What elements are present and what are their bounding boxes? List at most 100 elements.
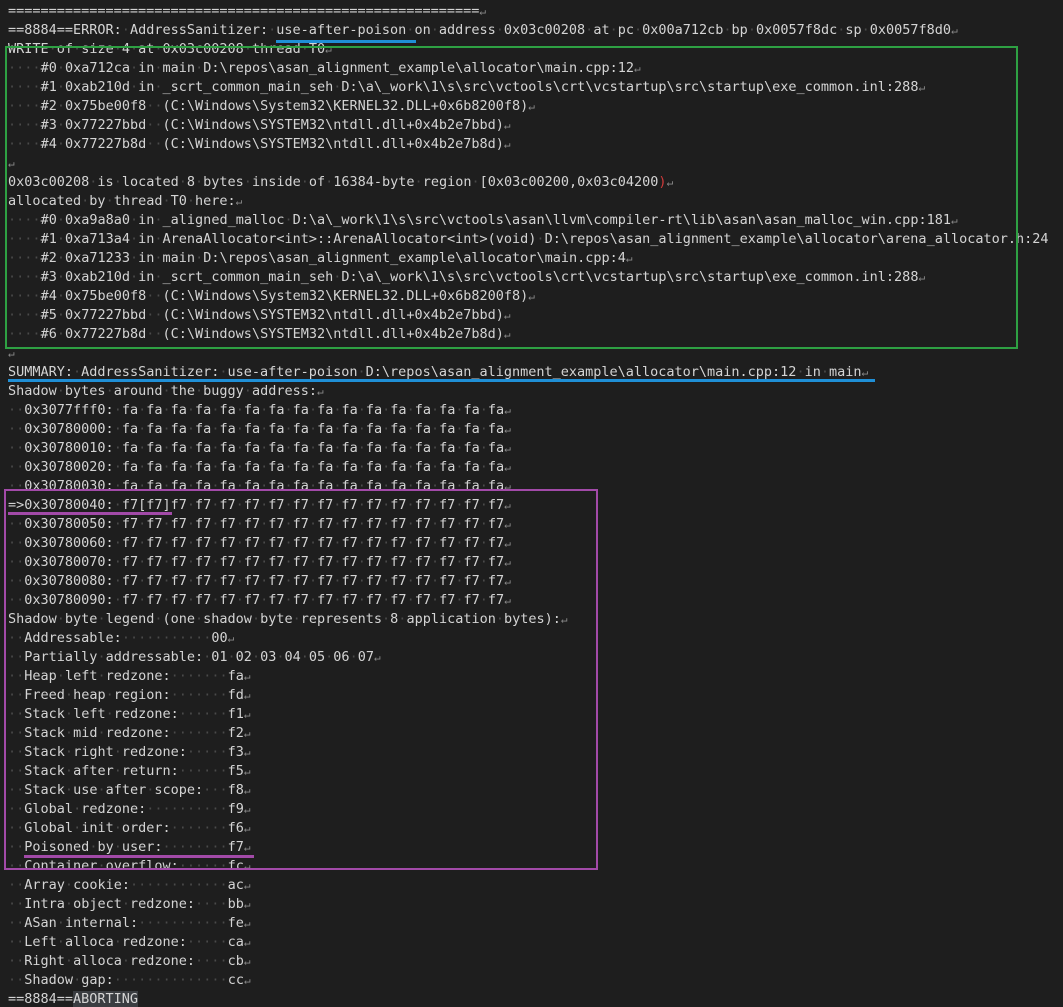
terminal-output: ========================================… <box>8 2 1063 1007</box>
log-line-text: ··0x30780030:·fa·fa·fa·fa·fa·fa·fa·fa·fa… <box>8 478 505 494</box>
line-end-marker: ↵ <box>373 651 381 664</box>
line-end-marker: ↵ <box>918 81 926 94</box>
line-end-marker: ↵ <box>861 366 869 379</box>
line-end-marker: ↵ <box>243 708 251 721</box>
line-end-marker: ↵ <box>235 195 243 208</box>
log-line-text: ··Heap·left·redzone:·······fa <box>8 668 244 684</box>
log-line-text: =>0x30780040:·f7[f7]f7·f7·f7·f7·f7·f7·f7… <box>8 497 505 513</box>
log-line-text: ··Right·alloca·redzone:····cb <box>8 953 244 969</box>
log-line-text: ··Stack·mid·redzone:·······f2 <box>8 725 244 741</box>
log-line-text: WRITE·of·size·4·at·0x03c00208·thread·T0 <box>8 41 326 57</box>
line-end-marker: ↵ <box>243 917 251 930</box>
line-end-marker: ↵ <box>243 727 251 740</box>
log-line: ··Left·alloca·redzone:·····ca↵ <box>8 933 1063 952</box>
log-line-text: ==8884==ABORTING <box>8 991 139 1007</box>
line-end-marker: ↵ <box>8 347 15 360</box>
log-line-text: ····#4·0x75be00f8··(C:\Windows\System32\… <box>8 288 529 304</box>
log-line-text: ··0x30780090:·f7·f7·f7·f7·f7·f7·f7·f7·f7… <box>8 592 505 608</box>
line-end-marker: ↵ <box>243 841 251 854</box>
line-end-marker: ↵ <box>243 879 251 892</box>
log-line: ··0x30780030:·fa·fa·fa·fa·fa·fa·fa·fa·fa… <box>8 477 1063 496</box>
log-line-text: ··Poisoned·by·user:········f7 <box>8 839 244 855</box>
log-line-text: ····#5·0x77227bbd··(C:\Windows\SYSTEM32\… <box>8 307 504 323</box>
log-line: ····#4·0x75be00f8··(C:\Windows\System32\… <box>8 287 1063 306</box>
log-line: ··Partially·addressable:·01·02·03·04·05·… <box>8 648 1063 667</box>
log-line: ··Intra·object·redzone:····bb↵ <box>8 895 1063 914</box>
log-line: ··Global·redzone:··········f9↵ <box>8 800 1063 819</box>
log-line: ··Stack·mid·redzone:·······f2↵ <box>8 724 1063 743</box>
log-line-text: ··0x30780060:·f7·f7·f7·f7·f7·f7·f7·f7·f7… <box>8 535 505 551</box>
line-end-marker: ↵ <box>504 480 511 493</box>
log-line: ··Shadow·gap:··············cc↵ <box>8 971 1063 990</box>
log-line-text: ····#1·0xab210d·in·_scrt_common_main_seh… <box>8 79 919 95</box>
log-line-text: ··0x30780050:·f7·f7·f7·f7·f7·f7·f7·f7·f7… <box>8 516 505 532</box>
line-end-marker: ↵ <box>243 670 251 683</box>
line-end-marker: ↵ <box>325 43 332 56</box>
log-line: ····#3·0xab210d·in·_scrt_common_main_seh… <box>8 268 1063 287</box>
line-end-marker: ↵ <box>243 784 251 797</box>
log-line-text: ··Global·init·order:·······f6 <box>8 820 244 836</box>
log-line: Shadow·byte·legend·(one·shadow·byte·repr… <box>8 610 1063 629</box>
line-end-marker: ↵ <box>503 328 511 341</box>
log-line: ··Freed·heap·region:·······fd↵ <box>8 686 1063 705</box>
log-line: ↵ <box>8 154 1063 173</box>
log-line-text: ··0x30780070:·f7·f7·f7·f7·f7·f7·f7·f7·f7… <box>8 554 505 570</box>
line-end-marker: ↵ <box>504 442 511 455</box>
log-line-text: 0x03c00208·is·located·8·bytes·inside·of·… <box>8 174 667 190</box>
log-line: ··Heap·left·redzone:·······fa↵ <box>8 667 1063 686</box>
log-line-text: ··0x30780020:·fa·fa·fa·fa·fa·fa·fa·fa·fa… <box>8 459 505 475</box>
log-line: ····#1·0xa713a4·in·ArenaAllocator<int>::… <box>8 230 1063 249</box>
log-line-text: ==8884==ERROR:·AddressSanitizer:·use-aft… <box>8 22 952 38</box>
log-line: ==8884==ABORTING <box>8 990 1063 1007</box>
line-end-marker: ↵ <box>479 5 487 18</box>
line-end-marker: ↵ <box>504 594 511 607</box>
line-end-marker: ↵ <box>504 556 511 569</box>
log-line-text: ··Stack·right·redzone:·····f3 <box>8 744 244 760</box>
log-line: ··Stack·left·redzone:······f1↵ <box>8 705 1063 724</box>
log-line: ··Container·overflow:······fc↵ <box>8 857 1063 876</box>
log-line: ··Right·alloca·redzone:····cb↵ <box>8 952 1063 971</box>
log-line-text: Shadow·byte·legend·(one·shadow·byte·repr… <box>8 611 561 627</box>
log-line: ····#5·0x77227bbd··(C:\Windows\SYSTEM32\… <box>8 306 1063 325</box>
log-line-text: ========================================… <box>8 3 480 19</box>
log-line: 0x03c00208·is·located·8·bytes·inside·of·… <box>8 173 1063 192</box>
log-line: ··0x30780070:·f7·f7·f7·f7·f7·f7·f7·f7·f7… <box>8 553 1063 572</box>
line-end-marker: ↵ <box>243 898 251 911</box>
log-line: ··0x30780020:·fa·fa·fa·fa·fa·fa·fa·fa·fa… <box>8 458 1063 477</box>
log-line: ··0x30780080:·f7·f7·f7·f7·f7·f7·f7·f7·f7… <box>8 572 1063 591</box>
line-end-marker: ↵ <box>560 613 568 626</box>
log-line: Shadow·bytes·around·the·buggy·address:↵ <box>8 382 1063 401</box>
log-line: ··Addressable:···········00↵ <box>8 629 1063 648</box>
log-line-text: ··Intra·object·redzone:····bb <box>8 896 244 912</box>
log-line-text: ····#2·0x75be00f8··(C:\Windows\System32\… <box>8 98 529 114</box>
line-end-marker: ↵ <box>504 575 511 588</box>
log-line: ↵ <box>8 344 1063 363</box>
log-line-text: ··Partially·addressable:·01·02·03·04·05·… <box>8 649 374 665</box>
log-line: ····#0·0xa712ca·in·main·D:\repos\asan_al… <box>8 59 1063 78</box>
line-end-marker: ↵ <box>243 974 251 987</box>
line-end-marker: ↵ <box>625 252 633 265</box>
line-end-marker: ↵ <box>243 860 251 873</box>
log-line: ··0x30780000:·fa·fa·fa·fa·fa·fa·fa·fa·fa… <box>8 420 1063 439</box>
line-end-marker: ↵ <box>243 765 251 778</box>
log-line: ========================================… <box>8 2 1063 21</box>
log-line-text: ··0x30780010:·fa·fa·fa·fa·fa·fa·fa·fa·fa… <box>8 440 505 456</box>
line-end-marker: ↵ <box>918 271 926 284</box>
log-line: ····#4·0x77227b8d··(C:\Windows\SYSTEM32\… <box>8 135 1063 154</box>
line-end-marker: ↵ <box>950 214 958 227</box>
log-line: ··0x3077fff0:·fa·fa·fa·fa·fa·fa·fa·fa·fa… <box>8 401 1063 420</box>
log-line: ··Stack·right·redzone:·····f3↵ <box>8 743 1063 762</box>
line-end-marker: ↵ <box>243 936 251 949</box>
log-line: ····#2·0x75be00f8··(C:\Windows\System32\… <box>8 97 1063 116</box>
line-end-marker: ↵ <box>316 385 324 398</box>
line-end-marker: ↵ <box>951 24 958 37</box>
log-line: ··0x30780060:·f7·f7·f7·f7·f7·f7·f7·f7·f7… <box>8 534 1063 553</box>
log-line-text: allocated·by·thread·T0·here: <box>8 193 236 209</box>
log-line-text: SUMMARY:·AddressSanitizer:·use-after-poi… <box>8 364 862 380</box>
log-line: =>0x30780040:·f7[f7]f7·f7·f7·f7·f7·f7·f7… <box>8 496 1063 515</box>
line-end-marker: ↵ <box>528 100 535 113</box>
line-end-marker: ↵ <box>503 119 511 132</box>
log-line-text: ····#1·0xa713a4·in·ArenaAllocator<int>::… <box>8 231 1049 247</box>
line-end-marker: ↵ <box>503 309 511 322</box>
log-line-text: ··Left·alloca·redzone:·····ca <box>8 934 244 950</box>
